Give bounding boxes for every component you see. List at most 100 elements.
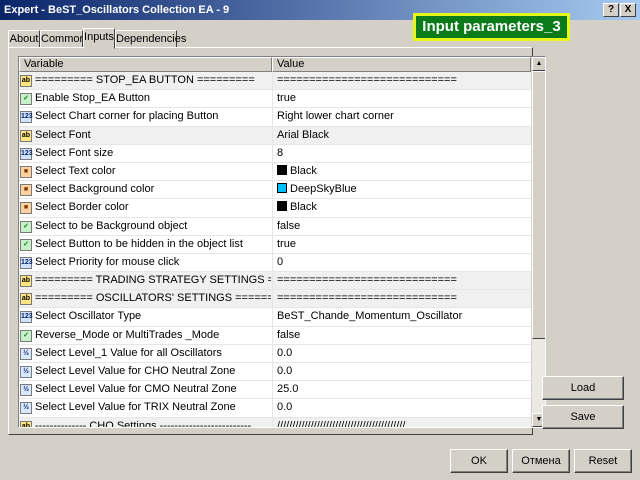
scroll-thumb[interactable]	[532, 71, 545, 339]
parameter-value[interactable]: BeST_Chande_Momentum_Oscillator	[272, 308, 531, 326]
reset-button[interactable]: Reset	[574, 449, 632, 473]
param-type-ab-icon: ab	[20, 293, 32, 306]
param-type-ab-icon: ab	[20, 75, 32, 87]
param-type-ab-icon: ab	[20, 420, 32, 427]
param-type-bool-icon: ✓	[20, 238, 32, 251]
parameter-name: ab ========= OSCILLATORS' SETTINGS ======…	[20, 292, 271, 306]
table-row[interactable]: ½ Select Level Value for TRIX Neutral Zon…	[19, 399, 531, 418]
parameter-name: 123 Select Priority for mouse click	[20, 255, 180, 269]
table-row[interactable]: 123 Select Chart corner for placing Butto…	[19, 108, 531, 127]
save-button[interactable]: Save	[542, 405, 624, 429]
tab-dependencies[interactable]: Dependencies	[115, 30, 186, 48]
param-type-v2-icon: ½	[20, 384, 32, 397]
close-button[interactable]: X	[620, 3, 636, 17]
param-type-v2-icon: ½	[20, 347, 32, 360]
color-swatch-icon	[277, 201, 287, 212]
inputs-grid: Variable Value ab ========= STOP_EA BUTTO…	[18, 56, 546, 428]
parameter-name: 123 Select Oscillator Type	[20, 310, 142, 324]
parameter-value[interactable]: 8	[272, 144, 531, 162]
table-row[interactable]: ½ Select Level_1 Value for all Oscillator…	[19, 344, 531, 363]
table-row[interactable]: ✓ Enable Stop_EA Button true	[19, 90, 531, 109]
parameter-value[interactable]: false	[272, 217, 531, 235]
param-type-123-icon: 123	[20, 111, 33, 124]
table-row[interactable]: ½ Select Level Value for CHO Neutral Zone…	[19, 363, 531, 382]
parameter-value[interactable]: true	[272, 90, 531, 108]
parameter-value[interactable]: DeepSkyBlue	[272, 181, 531, 199]
parameter-value[interactable]: 0.0	[272, 344, 531, 362]
table-row[interactable]: ab ========= TRADING STRATEGY SETTINGS ==…	[19, 272, 531, 291]
table-row[interactable]: ■ Select Text color Black	[19, 162, 531, 182]
param-type-bool-icon: ✓	[20, 329, 32, 342]
table-row[interactable]: 123 Select Priority for mouse click 0	[19, 253, 531, 273]
scroll-up-icon[interactable]: ▲	[532, 57, 545, 71]
parameter-rows: ab ========= STOP_EA BUTTON ========= ====…	[19, 72, 531, 427]
tab-common[interactable]: Common	[40, 30, 86, 48]
parameter-name: ■ Select Text color	[19, 163, 271, 180]
table-row[interactable]: 123 Select Font size 8	[19, 144, 531, 163]
table-row[interactable]: ab Select Font Arial Black	[19, 126, 531, 145]
parameter-value[interactable]: Right lower chart corner	[272, 108, 531, 126]
param-type-123-icon: 123	[20, 147, 33, 160]
ok-button[interactable]: OK	[450, 449, 508, 473]
param-type-bool-icon: ✓	[20, 220, 32, 233]
param-type-ab-icon: ab	[20, 275, 32, 288]
param-type-123-icon: 123	[20, 256, 33, 269]
help-button[interactable]: ?	[603, 3, 619, 17]
color-swatch-icon	[277, 183, 287, 194]
parameter-value[interactable]: false	[272, 326, 531, 344]
parameter-name: 123 Select Chart corner for placing Butto…	[20, 110, 219, 124]
table-row[interactable]: ■ Select Border color Black	[19, 199, 531, 218]
table-row[interactable]: ■ Select Background color DeepSkyBlue	[19, 181, 531, 200]
parameter-name: ab -------------- CHO Settings ----------…	[19, 418, 271, 427]
parameter-name: ½ Select Level_1 Value for all Oscillator…	[19, 345, 271, 362]
param-type-col-icon: ■	[20, 202, 32, 215]
table-row[interactable]: ab ========= OSCILLATORS' SETTINGS ======…	[19, 290, 531, 309]
parameter-value[interactable]: Black	[272, 162, 531, 181]
parameter-name: ½ Select Level Value for CHO Neutral Zone	[19, 363, 271, 380]
table-row[interactable]: 123 Select Oscillator Type BeST_Chande_Mom…	[19, 308, 531, 327]
table-row[interactable]: ab -------------- CHO Settings ----------…	[19, 417, 531, 427]
parameter-name: ✓ Reverse_Mode or MultiTrades _Mode	[19, 327, 271, 344]
parameter-value[interactable]: 0.0	[272, 399, 531, 417]
load-button[interactable]: Load	[542, 376, 624, 400]
window-title: Expert - BeST_Oscillators Collection EA …	[4, 4, 230, 16]
param-type-bool-icon: ✓	[20, 93, 32, 106]
parameter-name: ■ Select Border color	[19, 199, 271, 216]
parameter-value[interactable]: ============================	[272, 72, 531, 90]
input-parameters-banner: Input parameters_3	[413, 13, 570, 41]
table-row[interactable]: ab ========= STOP_EA BUTTON ========= ====…	[19, 72, 531, 91]
parameter-name: ab Select Font	[20, 128, 91, 142]
column-header-value[interactable]: Value	[272, 57, 531, 72]
parameter-value[interactable]: 25.0	[272, 381, 531, 399]
parameter-value[interactable]: 0.0	[272, 363, 531, 381]
tab-about[interactable]: About	[8, 30, 40, 48]
table-row[interactable]: ½ Select Level Value for CMO Neutral Zone…	[19, 381, 531, 400]
parameter-value[interactable]: true	[272, 235, 531, 253]
parameter-name: ✓ Select to be Background object	[19, 218, 271, 235]
parameter-name: ✓ Enable Stop_EA Button	[19, 90, 271, 107]
parameter-value[interactable]: Black	[272, 199, 531, 217]
table-row[interactable]: ✓ Select Button to be hidden in the objec…	[19, 235, 531, 254]
parameter-value[interactable]: Arial Black	[272, 126, 531, 144]
parameter-value[interactable]: ============================	[272, 272, 531, 290]
parameter-name: 123 Select Font size	[20, 146, 114, 160]
table-row[interactable]: ✓ Reverse_Mode or MultiTrades _Mode false	[19, 326, 531, 345]
column-header-variable[interactable]: Variable	[19, 57, 272, 72]
parameter-name: ■ Select Background color	[19, 181, 271, 198]
color-swatch-icon	[277, 164, 287, 175]
parameter-value[interactable]: 0	[272, 253, 531, 272]
parameter-name: ab ========= STOP_EA BUTTON =========	[20, 74, 255, 87]
table-row[interactable]: ✓ Select to be Background object false	[19, 217, 531, 236]
param-type-123-icon: 123	[20, 311, 33, 324]
parameter-name: ✓ Select Button to be hidden in the objec…	[19, 236, 271, 253]
tab-inputs[interactable]: Inputs	[83, 28, 115, 49]
parameter-value[interactable]: ============================	[272, 290, 531, 308]
param-type-v2-icon: ½	[20, 402, 32, 415]
parameter-name: ab========= TRADING STRATEGY SETTINGS ==…	[20, 274, 271, 288]
param-type-col-icon: ■	[20, 165, 32, 178]
parameter-value[interactable]: ////////////////////////////////////////…	[272, 417, 531, 427]
parameter-name: ½ Select Level Value for TRIX Neutral Zon…	[19, 399, 271, 416]
cancel-button[interactable]: Отмена	[512, 449, 570, 473]
param-type-ab-icon: ab	[20, 129, 32, 142]
vertical-scrollbar[interactable]: ▲ ▼	[531, 57, 545, 427]
